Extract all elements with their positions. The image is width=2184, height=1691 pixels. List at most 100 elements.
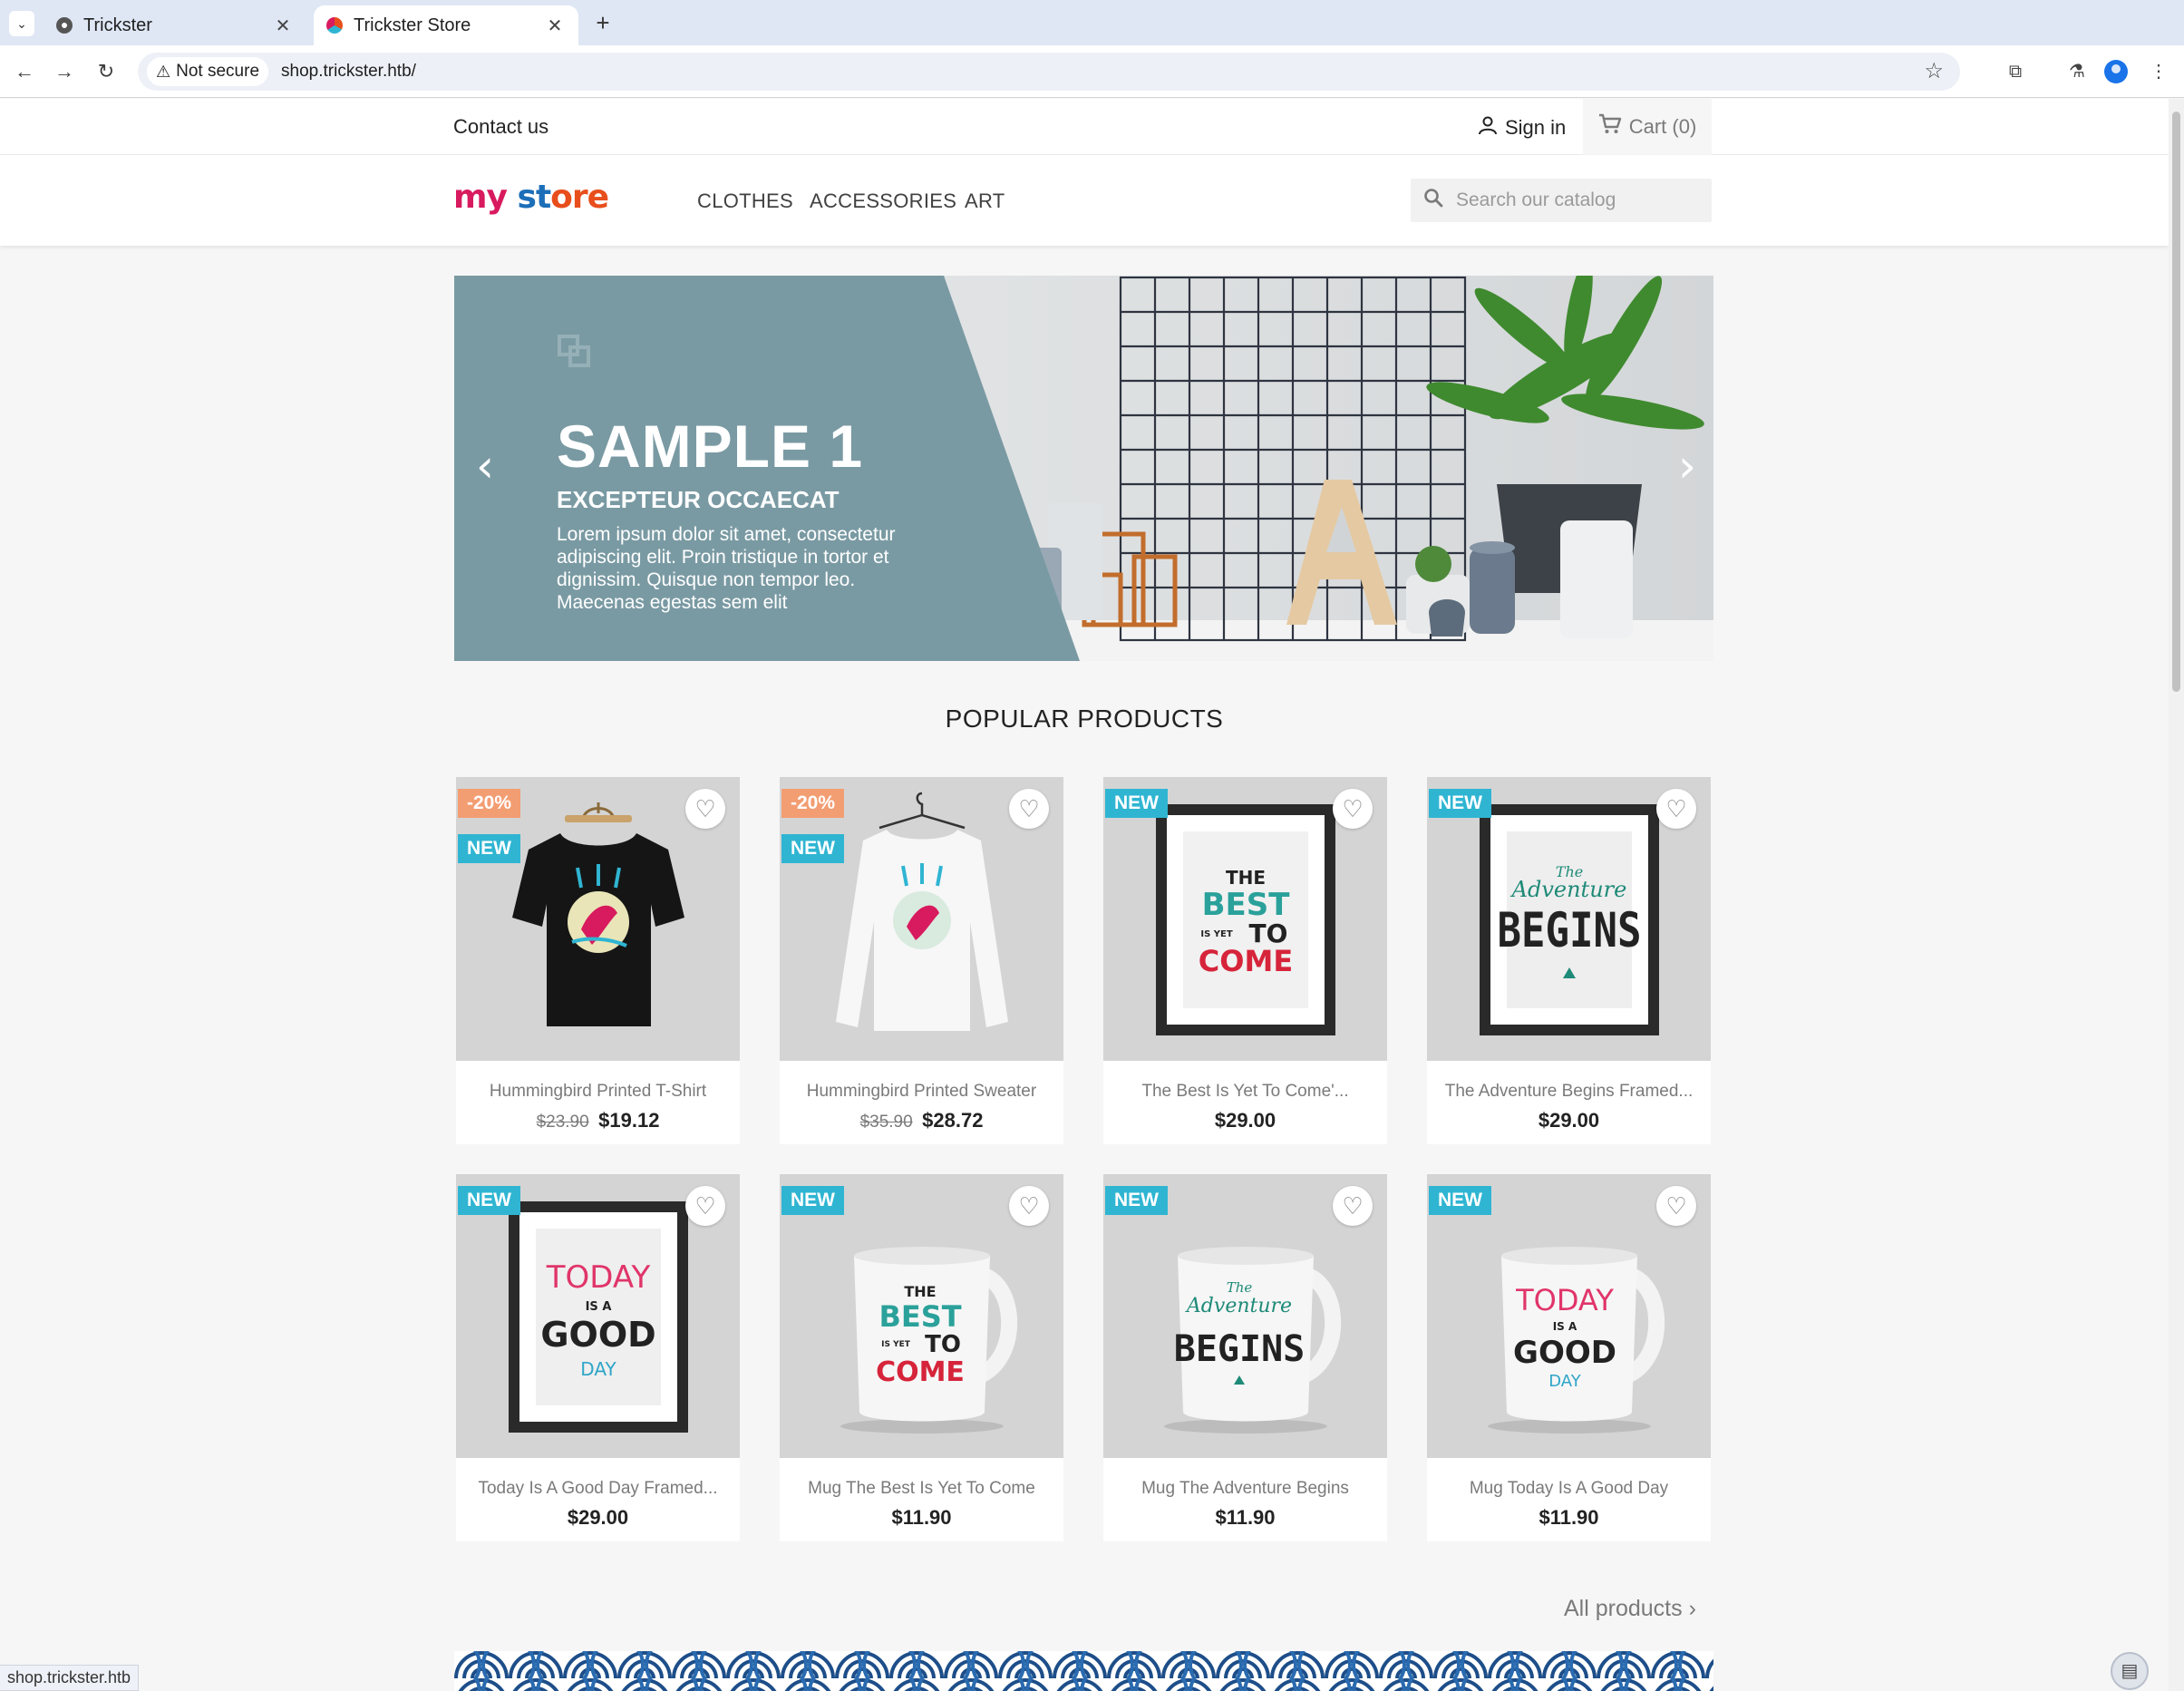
slide-title: SAMPLE 1 xyxy=(557,413,864,480)
menu-art[interactable]: ART xyxy=(965,190,1005,213)
product-name[interactable]: Hummingbird Printed T-Shirt xyxy=(456,1082,740,1102)
security-indicator[interactable]: ⚠ Not secure xyxy=(147,57,269,86)
heart-icon[interactable]: ♡ xyxy=(1656,1186,1696,1226)
user-icon xyxy=(1478,115,1498,141)
new-badge: NEW xyxy=(1429,789,1491,818)
close-tab-icon[interactable]: ✕ xyxy=(272,15,294,37)
scrollbar-thumb[interactable] xyxy=(2172,112,2180,692)
browser-tab-strip: ⌄ Trickster ✕ Trickster Store ✕ + xyxy=(0,0,2184,45)
product-card[interactable]: -20% NEW ♡ Hummingbird Printed Sweater $… xyxy=(780,777,1063,1144)
popular-products-title: POPULAR PRODUCTS xyxy=(945,705,1224,733)
store-logo[interactable]: my store xyxy=(453,179,609,216)
svg-text:IS YET: IS YET xyxy=(881,1340,911,1349)
product-card[interactable]: The Adventure BEGINS NEW ♡ The Adventure… xyxy=(1427,777,1711,1144)
extensions-icon[interactable]: ⧉ xyxy=(2002,58,2029,85)
profile-avatar-icon[interactable] xyxy=(2104,60,2128,83)
heart-icon[interactable]: ♡ xyxy=(685,1186,725,1226)
svg-text:TO: TO xyxy=(925,1331,961,1358)
back-arrow-icon[interactable]: ← xyxy=(11,58,38,85)
menu-clothes[interactable]: CLOTHES xyxy=(697,190,793,213)
svg-text:IS YET: IS YET xyxy=(1200,929,1232,939)
product-card[interactable]: TODAY IS A GOOD DAY NEW ♡ Mug Today Is A… xyxy=(1427,1174,1711,1541)
svg-text:BEST: BEST xyxy=(878,1299,961,1334)
product-name[interactable]: The Best Is Yet To Come'... xyxy=(1103,1082,1387,1102)
search-input[interactable] xyxy=(1456,190,1692,211)
product-card[interactable]: TODAY IS A GOOD DAY NEW ♡ Today Is A Goo… xyxy=(456,1174,740,1541)
svg-text:IS A: IS A xyxy=(1553,1320,1577,1333)
header-nav-bar: Contact us Sign in Cart (0) xyxy=(0,99,2169,155)
new-badge: NEW xyxy=(1105,789,1168,818)
heart-icon[interactable]: ♡ xyxy=(1656,789,1696,829)
sign-in-link[interactable]: Sign in xyxy=(1478,115,1566,141)
product-image[interactable]: TODAY IS A GOOD DAY NEW ♡ xyxy=(456,1174,740,1458)
product-image[interactable]: -20% NEW ♡ xyxy=(456,777,740,1061)
contact-us-link[interactable]: Contact us xyxy=(453,115,548,139)
product-name[interactable]: Mug The Adventure Begins xyxy=(1103,1479,1387,1499)
chevron-right-icon: › xyxy=(1688,1596,1696,1621)
forward-arrow-icon[interactable]: → xyxy=(51,58,78,85)
product-image[interactable]: The Adventure BEGINS NEW ♡ xyxy=(1427,777,1711,1061)
product-image[interactable]: -20% NEW ♡ xyxy=(780,777,1063,1061)
product-card[interactable]: THE BEST IS YET TO COME NEW ♡ Mug The Be… xyxy=(780,1174,1063,1541)
svg-text:TODAY: TODAY xyxy=(546,1259,651,1296)
clipboard-icon[interactable]: ▤ xyxy=(2111,1652,2149,1690)
product-card[interactable]: THE BEST IS YET TO COME NEW ♡ The Best I… xyxy=(1103,777,1387,1144)
heart-icon[interactable]: ♡ xyxy=(1333,1186,1373,1226)
search-icon[interactable] xyxy=(1423,188,1443,214)
slide-subtitle: EXCEPTEUR OCCAECAT xyxy=(557,486,840,513)
homepage-slider[interactable]: SAMPLE 1 EXCEPTEUR OCCAECAT Lorem ipsum … xyxy=(454,276,1713,661)
bookmark-star-icon[interactable]: ☆ xyxy=(1924,58,1944,84)
menu-accessories[interactable]: ACCESSORIES xyxy=(810,190,956,213)
svg-text:TODAY: TODAY xyxy=(1515,1283,1614,1317)
more-menu-icon[interactable]: ⋮ xyxy=(2145,58,2172,85)
product-image[interactable]: The Adventure BEGINS NEW ♡ xyxy=(1103,1174,1387,1458)
header-main: my store CLOTHES ACCESSORIES ART xyxy=(0,155,2169,246)
product-name[interactable]: Hummingbird Printed Sweater xyxy=(780,1082,1063,1102)
url-text[interactable]: shop.trickster.htb/ xyxy=(281,62,416,82)
heart-icon[interactable]: ♡ xyxy=(685,789,725,829)
address-bar[interactable]: ⚠ Not secure shop.trickster.htb/ ☆ xyxy=(138,53,1960,91)
chevron-down-icon: ⌄ xyxy=(16,15,27,31)
svg-text:DAY: DAY xyxy=(1548,1372,1581,1391)
heart-icon[interactable]: ♡ xyxy=(1009,789,1049,829)
cart-button[interactable]: Cart (0) xyxy=(1583,99,1712,155)
product-image[interactable]: THE BEST IS YET TO COME NEW ♡ xyxy=(780,1174,1063,1458)
discount-badge: -20% xyxy=(458,789,521,818)
product-card[interactable]: -20% NEW ♡ Hummingbird Printed T-Shirt $… xyxy=(456,777,740,1144)
product-image[interactable]: TODAY IS A GOOD DAY NEW ♡ xyxy=(1427,1174,1711,1458)
tab-trickster[interactable]: Trickster ✕ xyxy=(44,5,306,45)
tab-search-button[interactable]: ⌄ xyxy=(9,11,34,36)
price-row: $11.90 xyxy=(780,1506,1063,1530)
price-row: $11.90 xyxy=(1427,1506,1711,1530)
heart-icon[interactable]: ♡ xyxy=(1009,1186,1049,1226)
regular-price: $35.90 xyxy=(859,1113,913,1132)
new-badge: NEW xyxy=(1429,1186,1491,1215)
new-badge: NEW xyxy=(458,1186,520,1215)
tab-trickster-store[interactable]: Trickster Store ✕ xyxy=(314,5,578,45)
search-widget xyxy=(1411,179,1712,222)
product-image[interactable]: THE BEST IS YET TO COME NEW ♡ xyxy=(1103,777,1387,1061)
page-scrollbar[interactable] xyxy=(2169,99,2184,1691)
product-card[interactable]: The Adventure BEGINS NEW ♡ Mug The Adven… xyxy=(1103,1174,1387,1541)
slider-next-icon[interactable]: › xyxy=(1669,439,1705,493)
product-name[interactable]: The Adventure Begins Framed... xyxy=(1427,1082,1711,1102)
svg-text:Adventure: Adventure xyxy=(1510,877,1627,902)
product-price: $29.00 xyxy=(1538,1109,1600,1132)
reload-icon[interactable]: ↻ xyxy=(92,58,120,85)
slider-prev-icon[interactable]: ‹ xyxy=(467,439,503,493)
product-price: $29.00 xyxy=(567,1506,629,1529)
labs-flask-icon[interactable]: ⚗ xyxy=(2063,58,2091,85)
product-name[interactable]: Mug Today Is A Good Day xyxy=(1427,1479,1711,1499)
new-badge: NEW xyxy=(781,834,844,863)
globe-icon xyxy=(56,17,73,34)
all-products-link[interactable]: All products › xyxy=(1564,1596,1696,1622)
product-name[interactable]: Today Is A Good Day Framed... xyxy=(456,1479,740,1499)
product-price: $11.90 xyxy=(891,1506,952,1529)
price-row: $11.90 xyxy=(1103,1506,1387,1530)
product-name[interactable]: Mug The Best Is Yet To Come xyxy=(780,1479,1063,1499)
product-price: $28.72 xyxy=(922,1109,984,1132)
new-tab-button[interactable]: + xyxy=(589,9,616,36)
heart-icon[interactable]: ♡ xyxy=(1333,789,1373,829)
close-tab-icon[interactable]: ✕ xyxy=(544,15,566,37)
svg-text:DAY: DAY xyxy=(580,1358,616,1380)
